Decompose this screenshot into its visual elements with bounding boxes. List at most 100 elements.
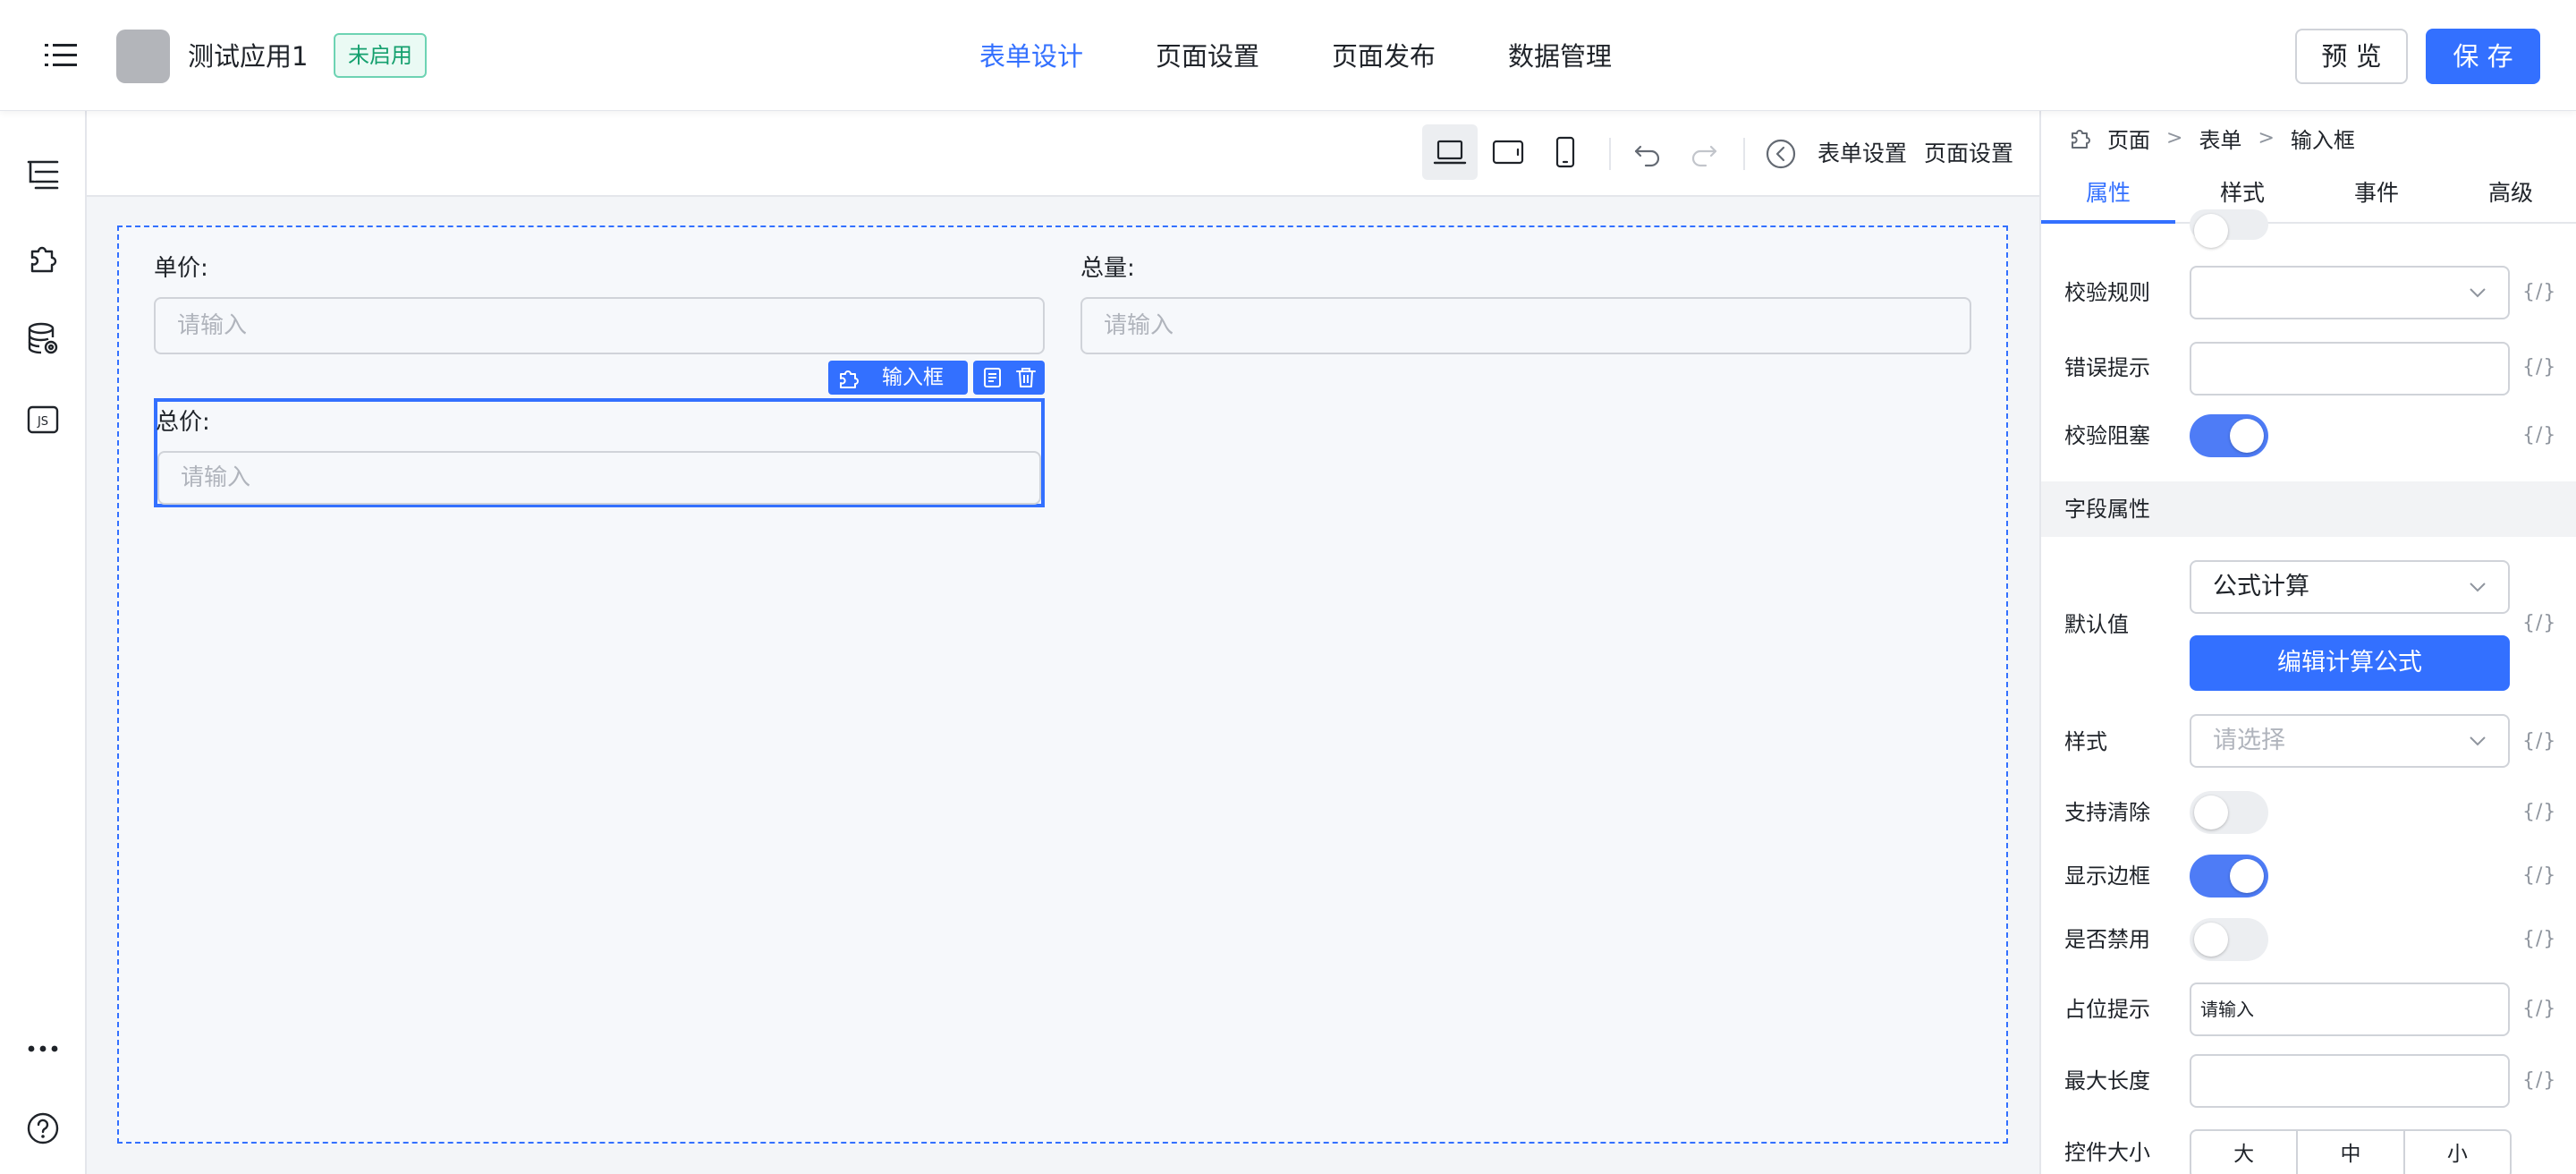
field-properties-section: 字段属性 xyxy=(2041,481,2576,537)
menu-icon[interactable] xyxy=(45,41,77,70)
expression-icon[interactable]: {/} xyxy=(2522,421,2556,451)
size-label: 控件大小 xyxy=(2064,1140,2150,1165)
tablet-icon xyxy=(1492,140,1524,165)
toggle-knob xyxy=(2230,859,2264,893)
property-panel: 页面 > 表单 > 输入框 属性 样式 事件 高级 校验规则 {/} 错误提示 … xyxy=(2039,111,2576,1174)
tab-data-management[interactable]: 数据管理 xyxy=(1508,36,1612,77)
laptop-icon xyxy=(1433,140,1467,165)
selected-component-name: 输入框 xyxy=(882,366,944,389)
max-length-input[interactable] xyxy=(2190,1054,2510,1108)
left-sidebar: JS xyxy=(0,111,87,1174)
expression-icon[interactable]: {/} xyxy=(2522,727,2556,757)
unit-price-label: 单价: xyxy=(154,255,208,282)
tab-events[interactable]: 事件 xyxy=(2309,165,2444,224)
app-logo xyxy=(116,30,170,83)
style-label: 样式 xyxy=(2064,729,2107,754)
unit-price-input[interactable]: 请输入 xyxy=(154,297,1045,354)
total-quantity-input[interactable]: 请输入 xyxy=(1080,297,1971,354)
expression-icon[interactable]: {/} xyxy=(2522,277,2556,308)
preview-button[interactable]: 预 览 xyxy=(2295,29,2408,84)
tab-page-publish[interactable]: 页面发布 xyxy=(1332,36,1436,77)
clearable-label: 支持清除 xyxy=(2064,800,2150,825)
collapse-left-icon[interactable] xyxy=(1763,136,1799,172)
required-toggle[interactable] xyxy=(2190,209,2268,248)
toolbar-divider xyxy=(1609,138,1611,170)
component-puzzle-icon xyxy=(840,370,859,388)
breadcrumb-input[interactable]: 输入框 xyxy=(2291,123,2355,154)
validation-rule-select[interactable] xyxy=(2190,266,2510,319)
canvas-toolbar: 表单设置 页面设置 xyxy=(87,111,2039,197)
redo-icon[interactable] xyxy=(1686,136,1722,172)
svg-text:JS: JS xyxy=(37,415,48,429)
component-actions xyxy=(973,361,1045,395)
component-puzzle-icon xyxy=(2072,130,2090,149)
expression-icon[interactable]: {/} xyxy=(2522,861,2556,891)
error-tip-label: 错误提示 xyxy=(2064,355,2150,380)
component-puzzle-icon[interactable] xyxy=(25,239,61,275)
undo-icon[interactable] xyxy=(1630,136,1665,172)
desktop-view-button[interactable] xyxy=(1422,124,1478,180)
main-nav: 表单设计 页面设置 页面发布 数据管理 xyxy=(979,36,1684,77)
size-medium-option[interactable]: 中 xyxy=(2298,1131,2405,1174)
tab-properties[interactable]: 属性 xyxy=(2041,165,2175,224)
edit-formula-button[interactable]: 编辑计算公式 xyxy=(2190,635,2510,691)
size-segmented-control: 大 中 小 xyxy=(2190,1129,2512,1174)
expression-icon[interactable]: {/} xyxy=(2522,797,2556,828)
default-value-select[interactable]: 公式计算 xyxy=(2190,560,2510,614)
toggle-knob xyxy=(2194,214,2228,248)
placeholder-input[interactable]: 请输入 xyxy=(2190,983,2510,1036)
toolbar-divider xyxy=(1743,138,1745,170)
total-quantity-label: 总量: xyxy=(1080,255,1135,282)
expression-icon[interactable]: {/} xyxy=(2522,353,2556,383)
tab-page-settings[interactable]: 页面设置 xyxy=(1156,36,1259,77)
more-icon[interactable] xyxy=(25,1031,61,1067)
chevron-down-icon xyxy=(2470,736,2486,746)
breadcrumb-page[interactable]: 页面 xyxy=(2107,123,2150,154)
panel-tabs: 属性 样式 事件 高级 xyxy=(2041,165,2576,224)
outline-tree-icon[interactable] xyxy=(25,156,61,191)
top-header: 测试应用1 未启用 表单设计 页面设置 页面发布 数据管理 预 览 保 存 xyxy=(0,0,2576,111)
delete-icon[interactable] xyxy=(1014,366,1038,389)
tablet-view-button[interactable] xyxy=(1480,124,1536,180)
status-badge: 未启用 xyxy=(334,33,427,78)
toggle-knob xyxy=(2230,419,2264,453)
tab-form-design[interactable]: 表单设计 xyxy=(979,36,1083,77)
show-border-toggle[interactable] xyxy=(2190,855,2268,898)
toggle-knob xyxy=(2194,795,2228,829)
form-settings-link[interactable]: 表单设置 xyxy=(1818,138,1907,170)
size-small-option[interactable]: 小 xyxy=(2405,1131,2510,1174)
mobile-view-button[interactable] xyxy=(1538,124,1593,180)
clearable-toggle[interactable] xyxy=(2190,791,2268,834)
disabled-toggle[interactable] xyxy=(2190,918,2268,961)
breadcrumb: 页面 > 表单 > 输入框 xyxy=(2068,122,2355,154)
disabled-label: 是否禁用 xyxy=(2064,927,2150,952)
selected-component-chip[interactable]: 输入框 xyxy=(828,361,968,395)
error-tip-input[interactable] xyxy=(2190,342,2510,396)
validation-rule-label: 校验规则 xyxy=(2064,280,2150,305)
save-button[interactable]: 保 存 xyxy=(2426,29,2540,84)
expression-icon[interactable]: {/} xyxy=(2522,924,2556,955)
validation-block-label: 校验阻塞 xyxy=(2064,423,2150,448)
copy-icon[interactable] xyxy=(980,366,1004,389)
breadcrumb-separator: > xyxy=(2166,126,2183,149)
database-icon[interactable] xyxy=(25,321,61,357)
page-settings-link[interactable]: 页面设置 xyxy=(1924,138,2013,170)
size-large-option[interactable]: 大 xyxy=(2191,1131,2299,1174)
expression-icon[interactable]: {/} xyxy=(2522,1066,2556,1096)
validation-block-toggle[interactable] xyxy=(2190,414,2268,457)
form-drop-area[interactable] xyxy=(117,225,2008,1144)
tab-advanced[interactable]: 高级 xyxy=(2444,165,2576,224)
js-script-icon[interactable]: JS xyxy=(25,402,61,438)
show-border-label: 显示边框 xyxy=(2064,863,2150,889)
style-select[interactable]: 请选择 xyxy=(2190,714,2510,768)
style-placeholder: 请选择 xyxy=(2213,727,2285,754)
default-value-selected: 公式计算 xyxy=(2213,573,2309,600)
total-price-input[interactable]: 请输入 xyxy=(157,451,1041,505)
expression-icon[interactable]: {/} xyxy=(2522,994,2556,1025)
expression-icon[interactable]: {/} xyxy=(2522,608,2556,639)
breadcrumb-form[interactable]: 表单 xyxy=(2199,123,2241,154)
max-length-label: 最大长度 xyxy=(2064,1068,2150,1093)
help-icon[interactable] xyxy=(25,1110,61,1146)
chevron-down-icon xyxy=(2470,288,2486,298)
default-value-label: 默认值 xyxy=(2064,612,2129,637)
